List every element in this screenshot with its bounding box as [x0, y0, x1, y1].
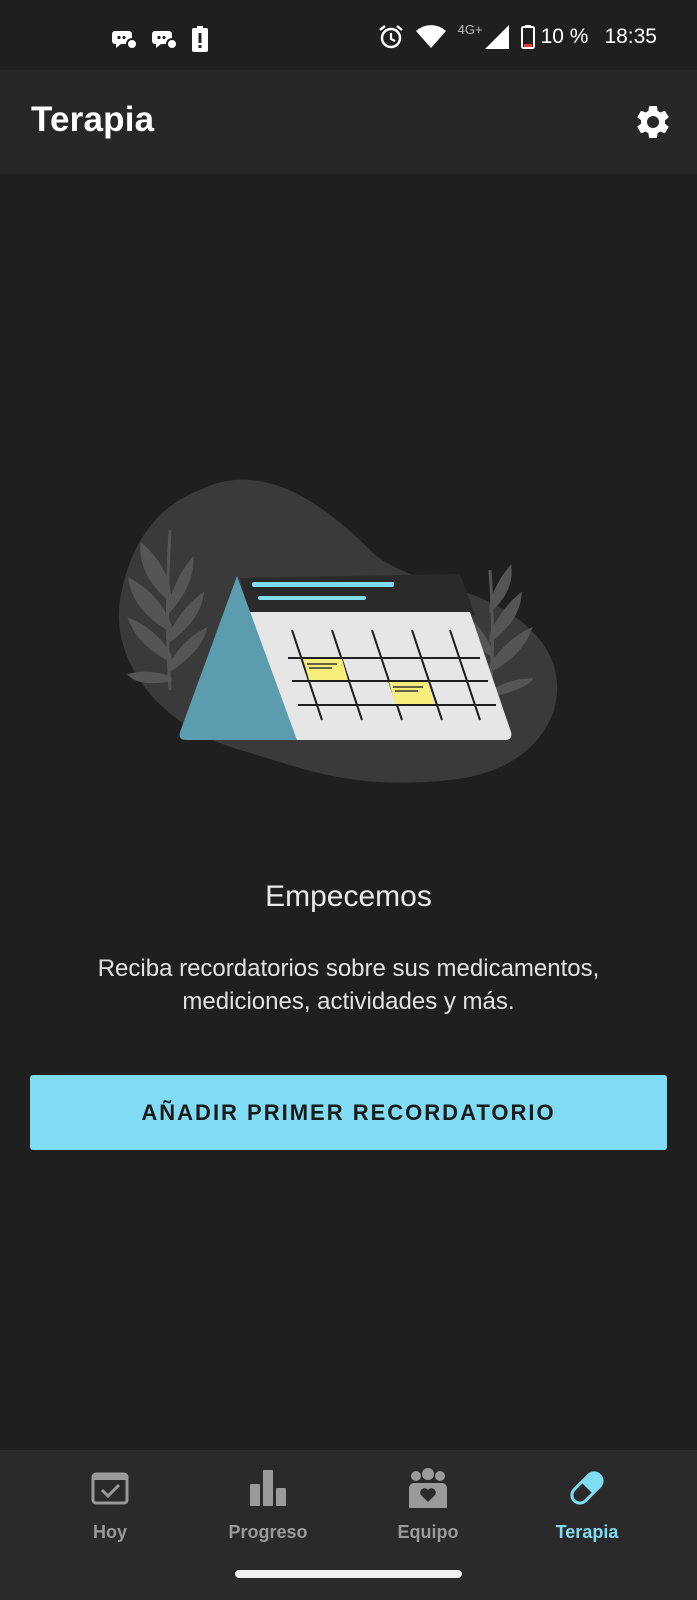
alarm-icon: [378, 25, 403, 49]
battery-alert-icon: [192, 26, 208, 52]
home-indicator[interactable]: [235, 1570, 462, 1578]
sticky-note: [389, 682, 434, 704]
app-bar: Terapia: [0, 70, 697, 174]
empty-state-headline: Empecemos: [265, 880, 432, 913]
nav-label: Terapia: [555, 1522, 619, 1542]
status-time: 18:35: [604, 25, 657, 48]
calendar-check-icon: [91, 1472, 129, 1505]
page-title: Terapia: [31, 100, 155, 139]
sticky-note: [303, 659, 348, 680]
wifi-icon: [415, 25, 446, 48]
nav-item-equipo[interactable]: Equipo: [358, 1466, 498, 1566]
bar-chart-icon: [250, 1470, 286, 1506]
nav-item-hoy[interactable]: Hoy: [40, 1466, 180, 1566]
network-type: 4G+: [457, 21, 483, 37]
nav-item-progreso[interactable]: Progreso: [198, 1466, 338, 1566]
nav-label: Progreso: [228, 1522, 308, 1542]
nav-item-terapia[interactable]: Terapia: [517, 1466, 657, 1566]
status-notification-icons: [112, 26, 208, 52]
signal-icon: [484, 25, 509, 49]
calendar-header-line-2: [258, 596, 366, 600]
settings-button[interactable]: [629, 98, 677, 146]
status-system-icons: 4G+ 10 % 18:35: [378, 21, 657, 50]
battery-icon: [520, 25, 535, 49]
battery-percent: 10 %: [540, 25, 589, 48]
status-bar: 4G+ 10 % 18:35: [0, 0, 697, 70]
nav-label: Hoy: [92, 1522, 127, 1542]
pill-icon: [570, 1471, 604, 1505]
add-first-reminder-button[interactable]: AÑADIR PRIMER RECORDATORIO: [30, 1075, 667, 1150]
gear-icon: [637, 105, 669, 138]
team-heart-icon: [409, 1468, 447, 1508]
calendar-illustration: [118, 479, 558, 783]
empty-state-description: Reciba recordatorios sobre sus medicamen…: [97, 955, 600, 1015]
chat-bubble-icon: [152, 31, 178, 50]
calendar-header-line: [252, 582, 394, 587]
chat-bubble-icon: [112, 31, 138, 50]
nav-label: Equipo: [397, 1522, 459, 1542]
